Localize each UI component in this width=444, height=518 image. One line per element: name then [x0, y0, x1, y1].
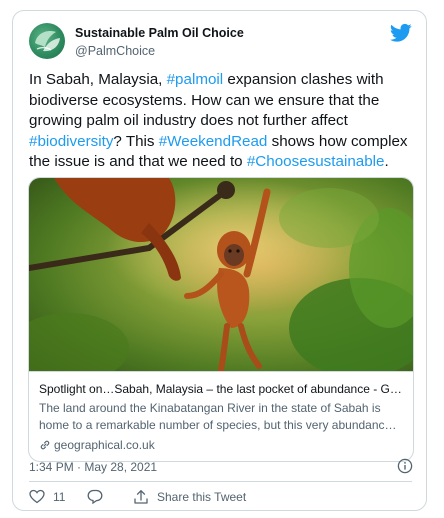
author-name[interactable]: Sustainable Palm Oil Choice	[75, 26, 244, 40]
tweet-card[interactable]: Sustainable Palm Oil Choice @PalmChoice …	[12, 10, 427, 511]
twitter-bird-icon[interactable]	[390, 23, 412, 43]
tweet-text: In Sabah, Malaysia, #palmoil expansion c…	[29, 70, 414, 173]
comment-icon	[87, 489, 103, 504]
tweet-text-segment: In Sabah, Malaysia,	[29, 71, 167, 88]
hashtag-biodiversity[interactable]: #biodiversity	[29, 133, 113, 150]
like-button[interactable]: 11	[29, 489, 65, 504]
tweet-text-segment: .	[384, 153, 389, 170]
like-count: 11	[53, 489, 66, 504]
orangutan-photo[interactable]	[29, 178, 413, 371]
avatar[interactable]	[29, 23, 65, 59]
tweet-timestamp[interactable]: 1:34 PM · May 28, 2021	[29, 460, 157, 474]
link-domain[interactable]: geographical.co.uk	[39, 437, 403, 453]
share-label[interactable]: Share this Tweet	[157, 490, 246, 504]
link-domain-text[interactable]: geographical.co.uk	[54, 438, 155, 452]
tweet-actions: 11 Share this Tweet	[29, 489, 409, 511]
share-button[interactable]: Share this Tweet	[133, 489, 246, 505]
tweet-header: Sustainable Palm Oil Choice @PalmChoice	[29, 23, 412, 65]
leaf-globe-logo-icon	[35, 31, 60, 52]
reply-button[interactable]	[87, 489, 111, 504]
link-preview-card[interactable]: Spotlight on…Sabah, Malaysia – the last …	[28, 177, 414, 462]
heart-icon	[29, 489, 45, 504]
tweet-text-segment: ? This	[113, 132, 159, 150]
link-description: The land around the Kinabatangan River i…	[39, 401, 392, 432]
hashtag-palmoil[interactable]: #palmoil	[167, 71, 224, 88]
hashtag-choosesustainable[interactable]: #Choosesustainable	[247, 153, 385, 170]
link-icon	[40, 440, 50, 450]
link-info[interactable]: Spotlight on…Sabah, Malaysia – the last …	[29, 371, 413, 461]
hashtag-weekendread[interactable]: #WeekendRead	[159, 133, 268, 150]
link-title[interactable]: Spotlight on…Sabah, Malaysia – the last …	[39, 381, 403, 397]
info-icon[interactable]	[397, 458, 413, 474]
share-icon	[134, 490, 148, 504]
divider	[29, 481, 412, 482]
author-handle[interactable]: @PalmChoice	[75, 44, 155, 58]
